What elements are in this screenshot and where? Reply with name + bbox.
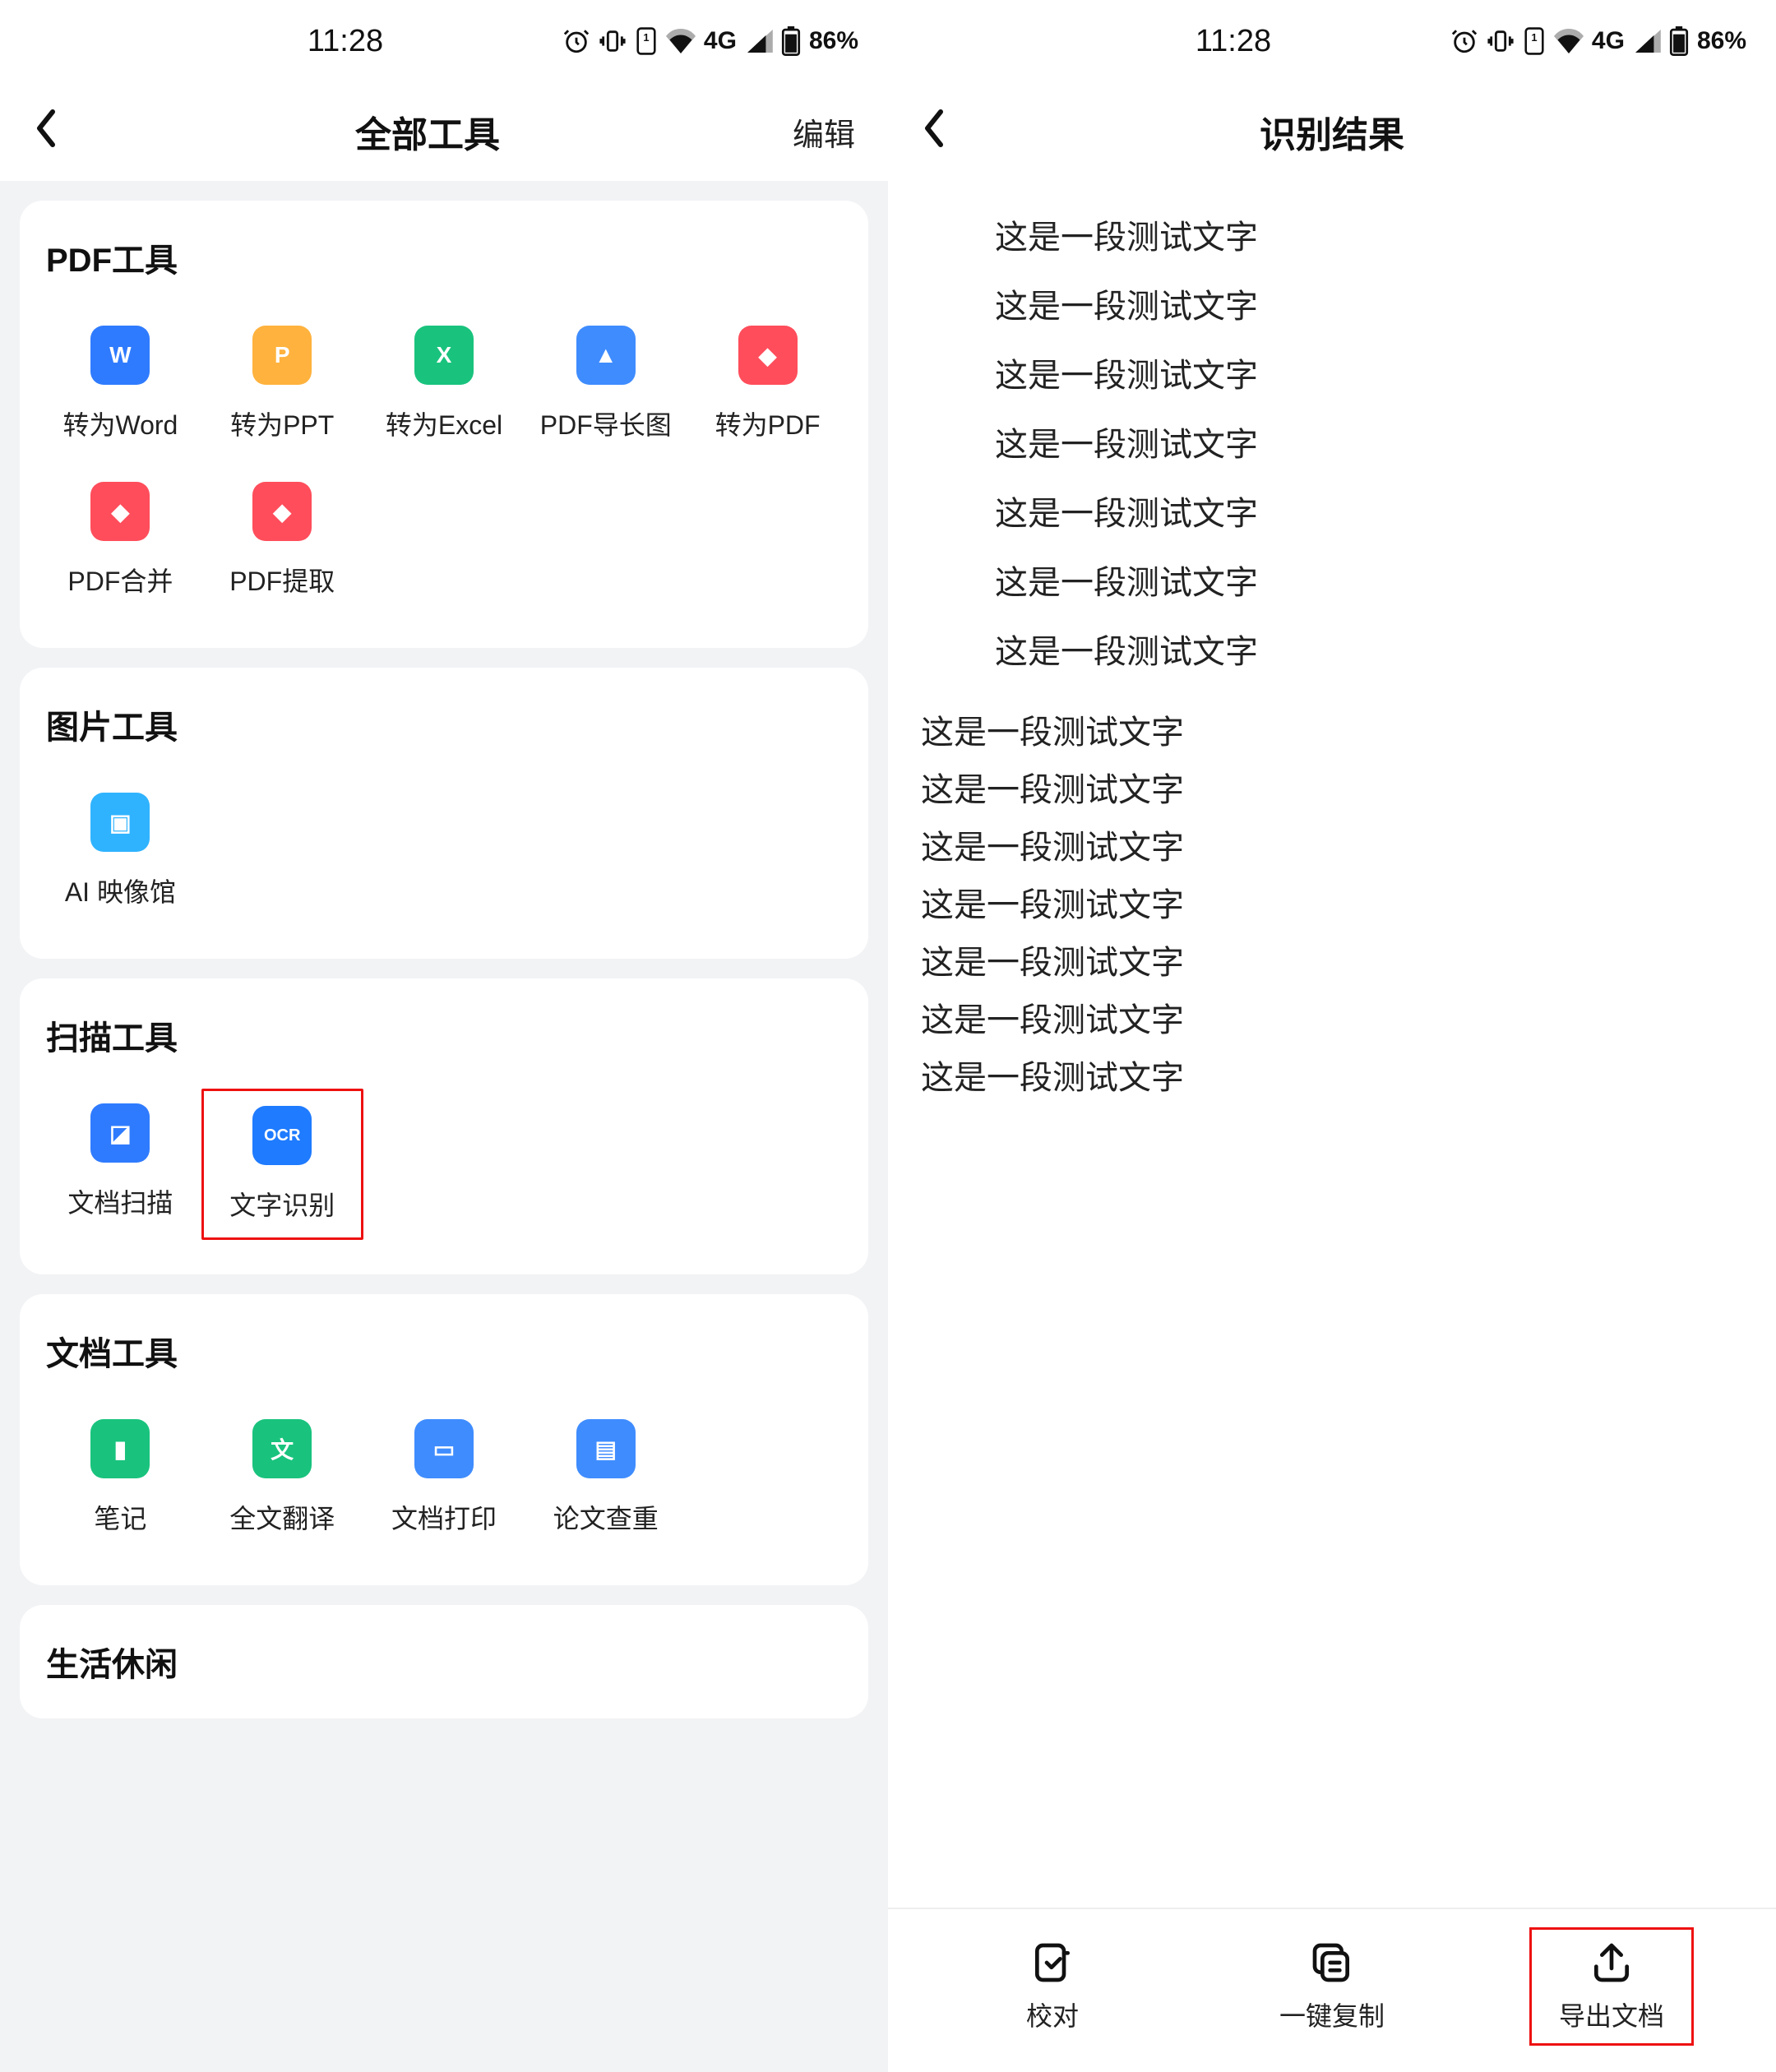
ocr-line: 这是一段测试文字 xyxy=(995,280,1743,327)
page-title: 全部工具 xyxy=(82,105,773,158)
notes-icon: ▮ xyxy=(90,1419,150,1478)
ocr-line: 这是一段测试文字 xyxy=(995,418,1743,465)
back-button[interactable] xyxy=(921,107,970,156)
image-icon: ▲ xyxy=(576,326,636,385)
tool-to-pdf[interactable]: ◆ 转为PDF xyxy=(687,306,849,462)
ocr-line: 这是一段测试文字 xyxy=(995,556,1743,604)
tool-to-excel[interactable]: X 转为Excel xyxy=(363,306,525,462)
wifi-icon xyxy=(1554,29,1584,53)
screen-ocr-result: 11:28 1 4G 86% 识别结果 这是一段测试文字 这是一段测试文字 这是… xyxy=(888,0,1776,2072)
ocr-line: 这是一段测试文字 xyxy=(921,936,1743,983)
ocr-icon: OCR xyxy=(252,1106,312,1165)
tool-pdf-merge[interactable]: ◆ PDF合并 xyxy=(39,462,201,618)
section-life: 生活休闲 xyxy=(20,1605,868,1718)
word-icon: W xyxy=(90,326,150,385)
battery-icon xyxy=(1669,26,1689,56)
tool-notes[interactable]: ▮ 笔记 xyxy=(39,1399,201,1556)
copy-button[interactable]: 一键复制 xyxy=(1250,1940,1414,2033)
button-label: 校对 xyxy=(1026,1996,1079,2033)
svg-text:1: 1 xyxy=(1531,31,1537,44)
back-button[interactable] xyxy=(33,107,82,156)
status-bar: 11:28 1 4G 86% xyxy=(888,0,1776,82)
tool-plagiarism[interactable]: ▤ 论文查重 xyxy=(525,1399,687,1556)
signal-icon xyxy=(745,30,773,53)
battery-icon xyxy=(781,26,801,56)
battery-pct: 86% xyxy=(1697,27,1746,55)
screen-all-tools: 11:28 1 4G 86% 全部工具 编辑 PDF工具 W 转为W xyxy=(0,0,888,2072)
button-label: 导出文档 xyxy=(1559,1996,1664,2033)
excel-icon: X xyxy=(414,326,474,385)
tool-pdf-extract[interactable]: ◆ PDF提取 xyxy=(201,462,363,618)
ocr-line: 这是一段测试文字 xyxy=(921,993,1743,1041)
ocr-line: 这是一段测试文字 xyxy=(995,210,1743,258)
section-title: 文档工具 xyxy=(39,1327,849,1375)
plagiarism-icon: ▤ xyxy=(576,1419,636,1478)
ocr-line: 这是一段测试文字 xyxy=(921,705,1743,753)
button-label: 一键复制 xyxy=(1279,1996,1385,2033)
tool-to-ppt[interactable]: P 转为PPT xyxy=(201,306,363,462)
ocr-block-2: 这是一段测试文字 这是一段测试文字 这是一段测试文字 这是一段测试文字 这是一段… xyxy=(921,705,1743,1098)
vibrate-icon xyxy=(599,27,627,55)
ai-gallery-icon: ▣ xyxy=(90,793,150,852)
status-bar: 11:28 1 4G 86% xyxy=(0,0,888,82)
bottom-action-bar: 校对 一键复制 导出文档 xyxy=(888,1908,1776,2072)
ocr-line: 这是一段测试文字 xyxy=(921,1051,1743,1098)
ocr-line: 这是一段测试文字 xyxy=(995,487,1743,534)
pdf-icon: ◆ xyxy=(738,326,798,385)
tool-ai-gallery[interactable]: ▣ AI 映像馆 xyxy=(39,773,201,929)
title-bar: 全部工具 编辑 xyxy=(0,82,888,181)
ocr-line: 这是一段测试文字 xyxy=(921,878,1743,926)
section-image-tools: 图片工具 ▣ AI 映像馆 xyxy=(20,668,868,959)
ocr-line: 这是一段测试文字 xyxy=(995,625,1743,673)
tool-print[interactable]: ▭ 文档打印 xyxy=(363,1399,525,1556)
proofread-icon xyxy=(1029,1940,1075,1986)
tool-ocr[interactable]: OCR 文字识别 xyxy=(201,1089,363,1240)
print-icon: ▭ xyxy=(414,1419,474,1478)
signal-icon xyxy=(1633,30,1661,53)
ocr-line: 这是一段测试文字 xyxy=(921,821,1743,868)
pdf-extract-icon: ◆ xyxy=(252,482,312,541)
translate-icon: 文 xyxy=(252,1419,312,1478)
ocr-text-area[interactable]: 这是一段测试文字 这是一段测试文字 这是一段测试文字 这是一段测试文字 这是一段… xyxy=(888,181,1776,1908)
section-title: 生活休闲 xyxy=(39,1638,849,1686)
tool-doc-scan[interactable]: ◪ 文档扫描 xyxy=(39,1084,201,1245)
sim-icon: 1 xyxy=(1523,26,1546,56)
section-scan-tools: 扫描工具 ◪ 文档扫描 OCR 文字识别 xyxy=(20,978,868,1274)
tool-pdf-long-image[interactable]: ▲ PDF导长图 xyxy=(525,306,687,462)
ocr-block-1: 这是一段测试文字 这是一段测试文字 这是一段测试文字 这是一段测试文字 这是一段… xyxy=(921,210,1743,673)
pdf-merge-icon: ◆ xyxy=(90,482,150,541)
doc-scan-icon: ◪ xyxy=(90,1103,150,1163)
edit-button[interactable]: 编辑 xyxy=(773,109,855,155)
sim-icon: 1 xyxy=(635,26,658,56)
vibrate-icon xyxy=(1487,27,1515,55)
page-title: 识别结果 xyxy=(970,105,1694,158)
status-time: 11:28 xyxy=(308,24,383,59)
export-button[interactable]: 导出文档 xyxy=(1529,1927,1694,2046)
section-title: PDF工具 xyxy=(39,234,849,281)
status-time: 11:28 xyxy=(1196,24,1271,59)
network-label: 4G xyxy=(704,27,737,55)
tool-to-word[interactable]: W 转为Word xyxy=(39,306,201,462)
section-title: 图片工具 xyxy=(39,701,849,748)
tool-translate[interactable]: 文 全文翻译 xyxy=(201,1399,363,1556)
ppt-icon: P xyxy=(252,326,312,385)
ocr-line: 这是一段测试文字 xyxy=(921,763,1743,811)
svg-text:1: 1 xyxy=(643,31,649,44)
section-pdf-tools: PDF工具 W 转为Word P 转为PPT X 转为Excel ▲ PDF导长… xyxy=(20,201,868,648)
battery-pct: 86% xyxy=(809,27,858,55)
export-icon xyxy=(1589,1940,1635,1986)
alarm-icon xyxy=(562,27,590,55)
section-title: 扫描工具 xyxy=(39,1011,849,1059)
network-label: 4G xyxy=(1592,27,1625,55)
ocr-line: 这是一段测试文字 xyxy=(995,349,1743,396)
proofread-button[interactable]: 校对 xyxy=(970,1940,1135,2033)
copy-icon xyxy=(1309,1940,1355,1986)
alarm-icon xyxy=(1450,27,1478,55)
title-bar: 识别结果 xyxy=(888,82,1776,181)
tool-sections: PDF工具 W 转为Word P 转为PPT X 转为Excel ▲ PDF导长… xyxy=(0,181,888,2072)
section-doc-tools: 文档工具 ▮ 笔记 文 全文翻译 ▭ 文档打印 ▤ 论文查重 xyxy=(20,1294,868,1585)
wifi-icon xyxy=(666,29,696,53)
